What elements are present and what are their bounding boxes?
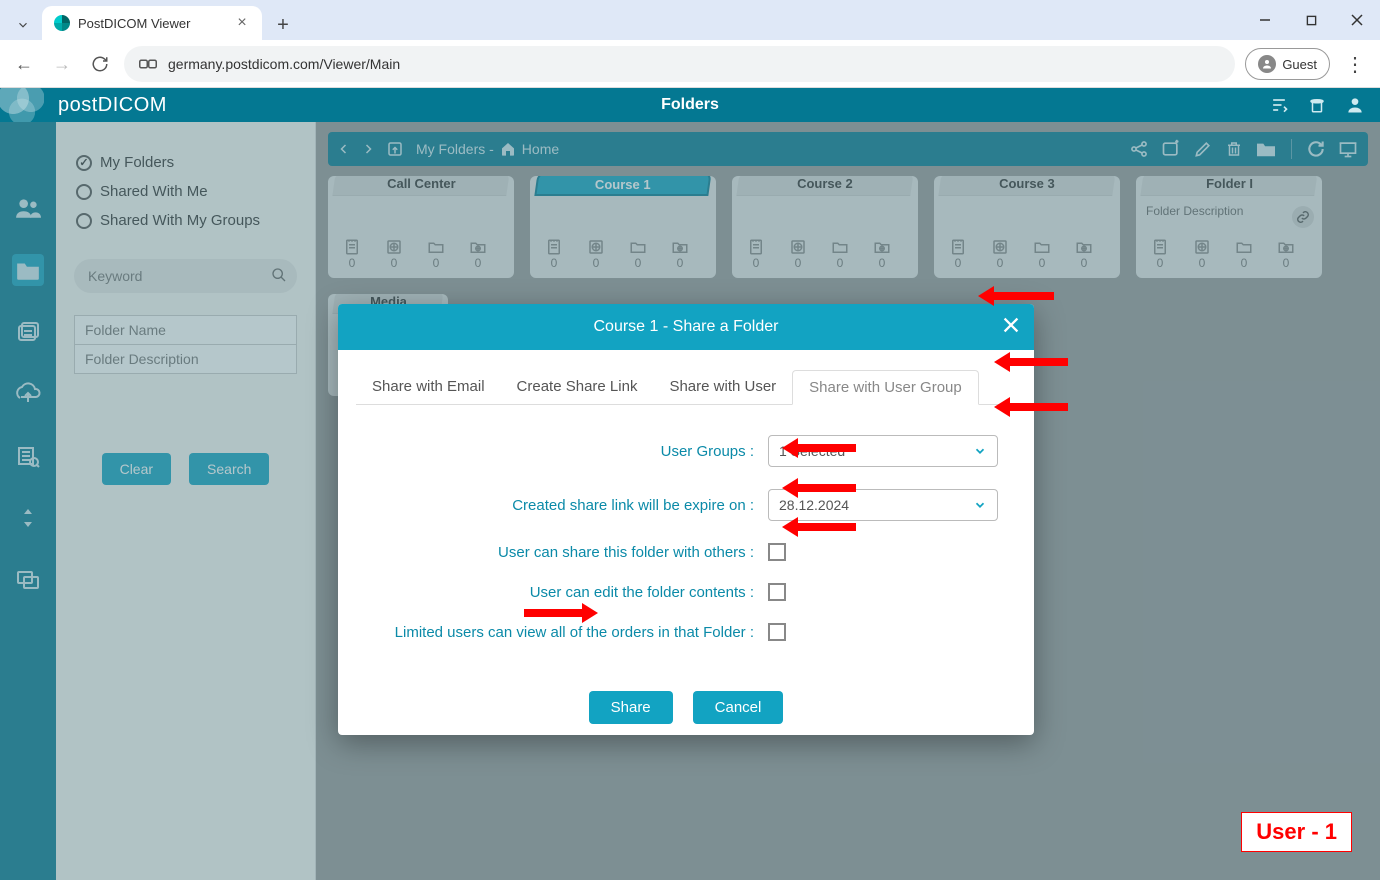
- expire-date-select[interactable]: 28.12.2024: [768, 489, 998, 521]
- tab-title: PostDICOM Viewer: [78, 16, 226, 31]
- modal-body: Share with Email Create Share Link Share…: [338, 350, 1034, 679]
- tab-share-email[interactable]: Share with Email: [356, 370, 501, 404]
- modal-close-icon[interactable]: [1000, 314, 1022, 336]
- modal-footer: Share Cancel: [338, 679, 1034, 735]
- user-badge: User - 1: [1241, 812, 1352, 852]
- app-root: postDICOM Folders My Folders Shared With…: [0, 88, 1380, 880]
- back-button[interactable]: ←: [10, 50, 38, 78]
- maximize-button[interactable]: [1288, 0, 1334, 40]
- trash-icon[interactable]: [1306, 94, 1328, 116]
- share-button[interactable]: Share: [589, 691, 673, 724]
- tab-dropdown[interactable]: [8, 10, 38, 40]
- label-limited-view: Limited users can view all of the orders…: [395, 624, 754, 641]
- can-share-checkbox[interactable]: [768, 543, 786, 561]
- forward-button[interactable]: →: [48, 50, 76, 78]
- new-tab-button[interactable]: +: [268, 10, 298, 40]
- sort-icon[interactable]: [1268, 94, 1290, 116]
- tab-share-user[interactable]: Share with User: [653, 370, 792, 404]
- header-actions: [1268, 94, 1366, 116]
- guest-profile-button[interactable]: Guest: [1245, 48, 1330, 80]
- chevron-down-icon: [973, 498, 987, 512]
- cancel-button[interactable]: Cancel: [693, 691, 784, 724]
- label-expire: Created share link will be expire on :: [512, 497, 754, 514]
- user-groups-value: 1 Selected: [779, 443, 845, 459]
- row-user-groups: User Groups : 1 Selected: [356, 435, 1016, 467]
- reload-button[interactable]: [86, 50, 114, 78]
- tab-close-icon[interactable]: ×: [234, 15, 250, 31]
- person-icon: [1258, 55, 1276, 73]
- logo-mark-icon: [0, 88, 44, 122]
- browser-menu-button[interactable]: ⋮: [1340, 49, 1370, 79]
- modal-title: Course 1 - Share a Folder: [594, 318, 779, 336]
- label-can-share: User can share this folder with others :: [498, 544, 754, 561]
- guest-label: Guest: [1282, 57, 1317, 72]
- expire-value: 28.12.2024: [779, 497, 849, 513]
- app-header: postDICOM Folders: [0, 88, 1380, 122]
- label-user-groups: User Groups :: [661, 443, 754, 460]
- share-tabs: Share with Email Create Share Link Share…: [356, 370, 1016, 405]
- share-folder-modal: Course 1 - Share a Folder Share with Ema…: [338, 304, 1034, 735]
- row-limited-view: Limited users can view all of the orders…: [356, 623, 1016, 641]
- logo-text: postDICOM: [58, 94, 167, 117]
- app-logo: postDICOM: [14, 88, 167, 122]
- limited-view-checkbox[interactable]: [768, 623, 786, 641]
- close-window-button[interactable]: [1334, 0, 1380, 40]
- row-expire: Created share link will be expire on : 2…: [356, 489, 1016, 521]
- favicon: [54, 15, 70, 31]
- user-groups-select[interactable]: 1 Selected: [768, 435, 998, 467]
- url-text: germany.postdicom.com/Viewer/Main: [168, 56, 400, 72]
- browser-chrome: PostDICOM Viewer × + ← → germany.postdic…: [0, 0, 1380, 88]
- page-title: Folders: [661, 96, 719, 114]
- minimize-button[interactable]: [1242, 0, 1288, 40]
- modal-header: Course 1 - Share a Folder: [338, 304, 1034, 350]
- address-bar: ← → germany.postdicom.com/Viewer/Main Gu…: [0, 40, 1380, 88]
- browser-tab[interactable]: PostDICOM Viewer ×: [42, 6, 262, 40]
- can-edit-checkbox[interactable]: [768, 583, 786, 601]
- chevron-down-icon: [973, 444, 987, 458]
- label-can-edit: User can edit the folder contents :: [530, 584, 754, 601]
- window-controls: [1242, 0, 1380, 40]
- tab-share-user-group[interactable]: Share with User Group: [792, 370, 979, 405]
- tab-bar: PostDICOM Viewer × +: [0, 0, 1380, 40]
- user-icon[interactable]: [1344, 94, 1366, 116]
- site-info-icon[interactable]: [138, 55, 158, 73]
- tab-create-link[interactable]: Create Share Link: [501, 370, 654, 404]
- url-box[interactable]: germany.postdicom.com/Viewer/Main: [124, 46, 1235, 82]
- row-can-share: User can share this folder with others :: [356, 543, 1016, 561]
- row-can-edit: User can edit the folder contents :: [356, 583, 1016, 601]
